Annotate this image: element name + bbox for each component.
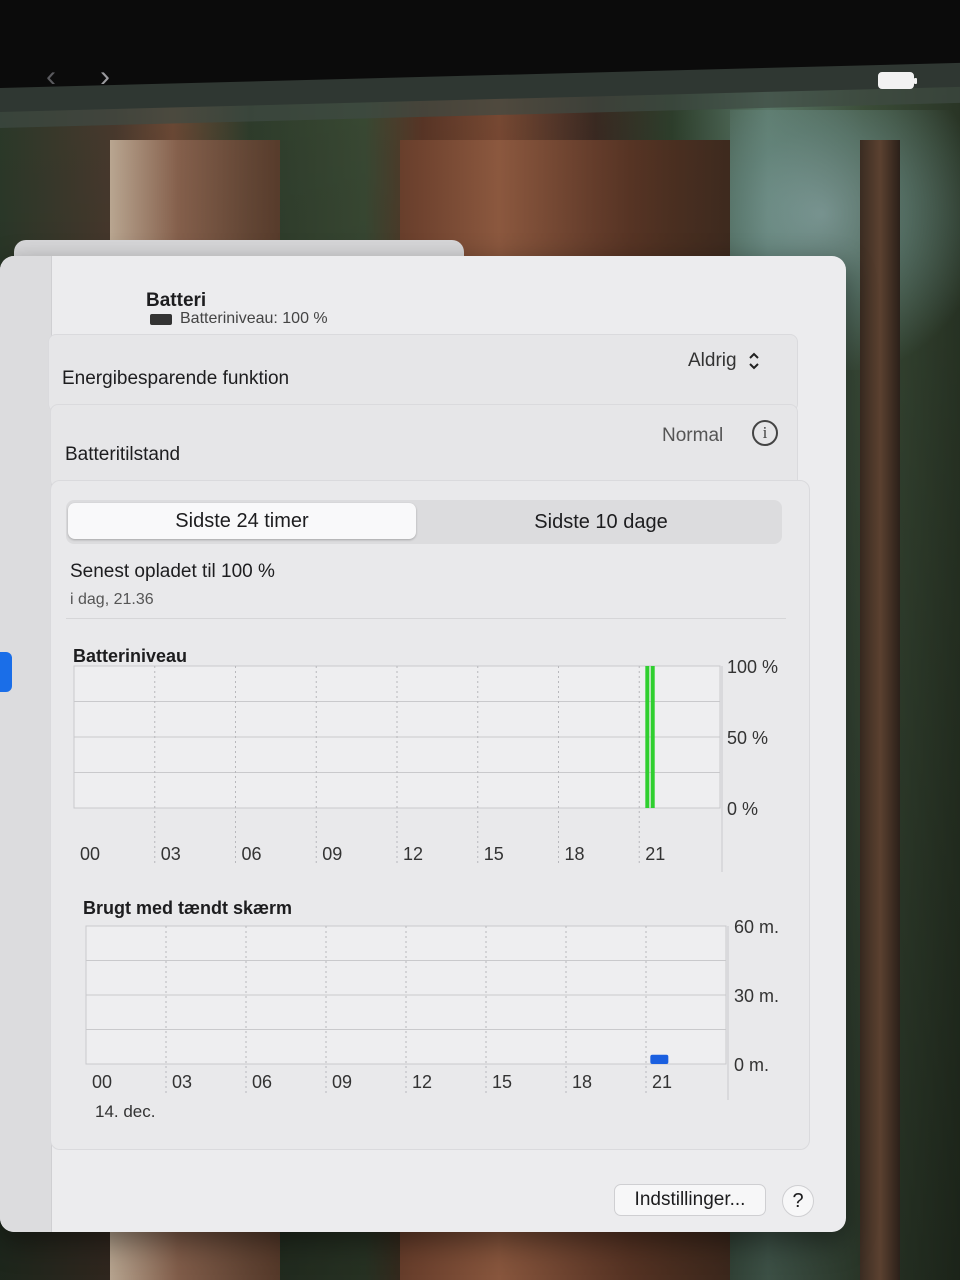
last-charged-time: i dag, 21.36 (70, 591, 154, 608)
battery-level-x-tick-label: 15 (484, 844, 504, 864)
screen-usage-x-tick-label: 03 (172, 1072, 192, 1092)
battery-level-x-tick-label: 00 (80, 844, 100, 864)
divider (66, 618, 786, 619)
screen-usage-y-tick-label: 30 m. (734, 986, 779, 1006)
battery-level-y-tick-label: 0 % (727, 799, 758, 819)
battery-level-bar (650, 666, 655, 808)
battery-level-x-tick-label: 03 (161, 844, 181, 864)
battery-level-x-tick-label: 09 (322, 844, 342, 864)
battery-level-chart: 00 03 06 09 12 15 18 21 100 % 50 % 0 % (73, 660, 778, 872)
battery-level-x-tick-label: 06 (242, 844, 262, 864)
updown-chevron-icon (748, 351, 760, 371)
screen-usage-x-tick-label: 00 (92, 1072, 112, 1092)
screen-usage-x-tick-label: 06 (252, 1072, 272, 1092)
forward-chevron-icon[interactable]: › (100, 62, 110, 92)
screen-usage-x-tick-label: 15 (492, 1072, 512, 1092)
low-power-mode-select[interactable]: Aldrig (688, 350, 760, 372)
settings-button[interactable]: Indstillinger... (614, 1184, 766, 1216)
screen-on-usage-chart: 00 03 06 09 12 15 18 2160 m.30 m.0 m. (85, 917, 779, 1100)
battery-level-subtitle: Batteriniveau: 100 % (150, 310, 328, 328)
wallpaper-tree (860, 140, 900, 1280)
menubar-battery-icon[interactable] (878, 72, 917, 89)
screen-usage-bar (650, 1054, 669, 1064)
screen-usage-x-tick-label: 21 (652, 1072, 672, 1092)
battery-level-y-tick-label: 100 % (727, 660, 778, 677)
low-power-mode-label: Energibesparende funktion (62, 368, 290, 389)
tab-last-24-hours[interactable]: Sidste 24 timer (68, 503, 416, 539)
info-icon[interactable]: i (752, 420, 778, 446)
battery-level-x-tick-label: 18 (565, 844, 585, 864)
battery-level-y-tick-label: 50 % (727, 728, 768, 748)
battery-health-label: Batteritilstand (65, 444, 181, 465)
info-icon-glyph: i (762, 423, 768, 442)
chart-date-label: 14. dec. (95, 1102, 156, 1121)
sidebar (0, 256, 52, 1232)
battery-health-value: Normal (662, 425, 724, 446)
battery-level-x-tick-label: 12 (403, 844, 423, 864)
screen-usage-x-tick-label: 18 (572, 1072, 592, 1092)
last-charged-label: Senest opladet til 100 % (70, 561, 275, 582)
sidebar-selected-item[interactable] (0, 652, 12, 692)
screen-usage-x-tick-label: 09 (332, 1072, 352, 1092)
battery-level-x-tick-label: 21 (645, 844, 665, 864)
battery-level-text: Batteriniveau: 100 % (180, 310, 328, 327)
screen-usage-y-tick-label: 0 m. (734, 1055, 769, 1075)
back-chevron-icon[interactable]: ‹ (46, 62, 56, 92)
low-power-mode-value: Aldrig (688, 350, 737, 371)
tab-last-10-days[interactable]: Sidste 10 dage (426, 500, 776, 544)
screen-usage-x-tick-label: 12 (412, 1072, 432, 1092)
page-title: Batteri (146, 290, 207, 311)
battery-level-bar (645, 666, 650, 808)
help-button[interactable]: ? (782, 1185, 814, 1217)
history-range-tabs: Sidste 24 timer Sidste 10 dage (66, 500, 782, 544)
battery-icon (150, 313, 172, 325)
